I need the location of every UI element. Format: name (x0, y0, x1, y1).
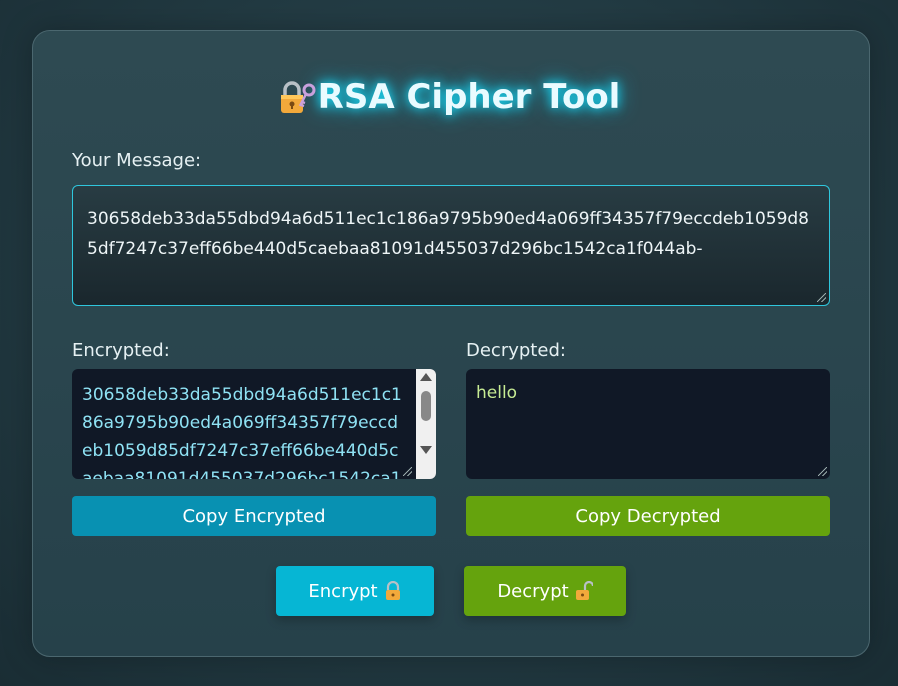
message-label: Your Message: (72, 150, 202, 171)
unlocked-icon (575, 580, 594, 601)
copy-encrypted-label: Copy Encrypted (182, 505, 326, 527)
title-text: RSA Cipher Tool (317, 77, 621, 117)
lock-with-key-icon (278, 78, 316, 116)
resize-handle-icon[interactable] (817, 293, 826, 302)
page-title: RSA Cipher Tool (0, 70, 898, 124)
message-text: 30658deb33da55dbd94a6d511ec1c186a9795b90… (87, 209, 809, 259)
encrypt-label: Encrypt (308, 580, 378, 602)
copy-encrypted-button[interactable]: Copy Encrypted (72, 496, 436, 536)
decrypt-button[interactable]: Decrypt (464, 566, 626, 616)
encrypted-label: Encrypted: (72, 340, 170, 361)
encrypt-button[interactable]: Encrypt (276, 566, 434, 616)
encrypted-text: 30658deb33da55dbd94a6d511ec1c186a9795b90… (82, 385, 402, 479)
decrypt-label: Decrypt (497, 580, 569, 602)
resize-handle-icon[interactable] (818, 467, 827, 476)
copy-decrypted-label: Copy Decrypted (575, 505, 721, 527)
decrypted-output[interactable]: hello (466, 369, 830, 479)
resize-handle-icon[interactable] (403, 467, 412, 476)
message-input[interactable]: 30658deb33da55dbd94a6d511ec1c186a9795b90… (72, 185, 830, 306)
decrypted-label: Decrypted: (466, 340, 566, 361)
decrypted-text: hello (476, 383, 518, 403)
encrypted-output[interactable]: 30658deb33da55dbd94a6d511ec1c186a9795b90… (72, 369, 436, 479)
encrypted-scrollbar[interactable] (416, 369, 436, 479)
copy-decrypted-button[interactable]: Copy Decrypted (466, 496, 830, 536)
locked-icon (384, 580, 402, 601)
